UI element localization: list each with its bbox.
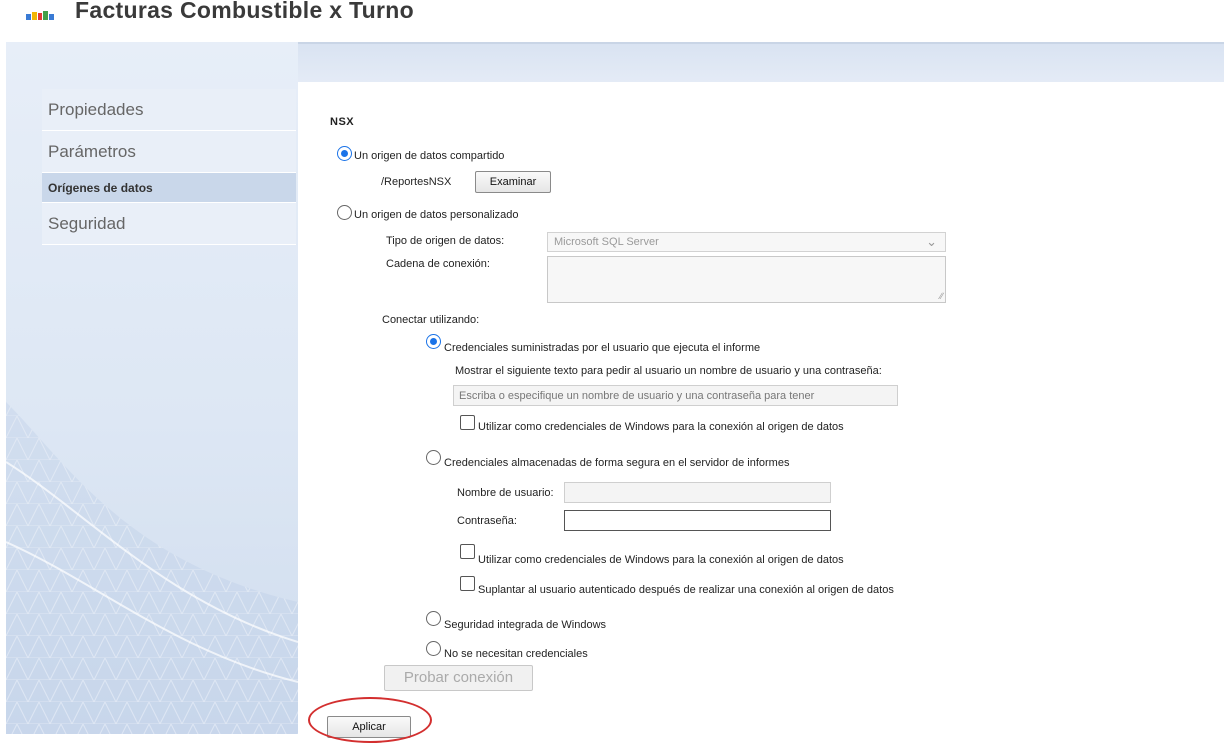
datasource-form: NSX Un origen de datos compartido /Repor… (298, 82, 1224, 743)
header: Facturas Combustible x Turno (0, 0, 1224, 42)
cred-user-windows-label: Utilizar como credenciales de Windows pa… (478, 421, 844, 433)
cred-stored-label: Credenciales almacenadas de forma segura… (444, 457, 790, 469)
sidebar-item-propiedades[interactable]: Propiedades (42, 89, 296, 131)
datasource-type-select[interactable]: Microsoft SQL Server ⌄ (547, 232, 946, 252)
custom-datasource-radio[interactable] (337, 205, 352, 220)
sidebar: Propiedades Parámetros Orígenes de datos… (6, 42, 298, 734)
sidebar-item-parametros[interactable]: Parámetros (42, 131, 296, 173)
connection-string-textarea[interactable]: ∕∕ (547, 256, 946, 303)
no-credentials-label: No se necesitan credenciales (444, 648, 588, 660)
cred-stored-windows-label: Utilizar como credenciales de Windows pa… (478, 554, 844, 566)
browse-button[interactable]: Examinar (475, 171, 551, 193)
datasource-type-value: Microsoft SQL Server (554, 236, 659, 248)
cred-stored-radio[interactable] (426, 450, 441, 465)
password-label: Contraseña: (457, 515, 517, 527)
datasource-type-label: Tipo de origen de datos: (386, 235, 505, 247)
sidebar-nav: Propiedades Parámetros Orígenes de datos… (42, 89, 296, 245)
connect-using-label: Conectar utilizando: (382, 314, 480, 326)
custom-datasource-label: Un origen de datos personalizado (354, 209, 519, 221)
impersonate-checkbox[interactable] (460, 576, 475, 591)
cred-stored-windows-checkbox[interactable] (460, 544, 475, 559)
username-label: Nombre de usuario: (457, 487, 554, 499)
integrated-security-label: Seguridad integrada de Windows (444, 619, 607, 631)
page-title: Facturas Combustible x Turno (75, 0, 414, 23)
resize-grip-icon[interactable]: ∕∕ (940, 291, 943, 301)
sidebar-item-seguridad[interactable]: Seguridad (42, 203, 296, 245)
password-input[interactable] (564, 510, 831, 531)
cred-user-windows-checkbox[interactable] (460, 415, 475, 430)
integrated-security-radio[interactable] (426, 611, 441, 626)
cred-user-label: Credenciales suministradas por el usuari… (444, 342, 761, 354)
cred-user-radio[interactable] (426, 334, 441, 349)
connection-string-label: Cadena de conexión: (386, 258, 490, 270)
report-icon (26, 10, 54, 20)
username-input[interactable] (564, 482, 831, 503)
prompt-text-input[interactable]: Escriba o especifique un nombre de usuar… (453, 385, 898, 406)
shared-datasource-label: Un origen de datos compartido (354, 150, 505, 162)
sidebar-item-origenes-de-datos[interactable]: Orígenes de datos (42, 173, 296, 203)
datasource-name: NSX (330, 116, 355, 128)
content-toolbar (298, 42, 1224, 82)
shared-datasource-path: /ReportesNSX (381, 176, 452, 188)
annotation-circle (308, 697, 432, 743)
test-connection-button[interactable]: Probar conexión (384, 665, 533, 691)
chevron-down-icon: ⌄ (926, 234, 937, 249)
shared-datasource-radio[interactable] (337, 146, 352, 161)
prompt-text-label: Mostrar el siguiente texto para pedir al… (455, 365, 882, 377)
no-credentials-radio[interactable] (426, 641, 441, 656)
impersonate-label: Suplantar al usuario autenticado después… (478, 584, 894, 596)
